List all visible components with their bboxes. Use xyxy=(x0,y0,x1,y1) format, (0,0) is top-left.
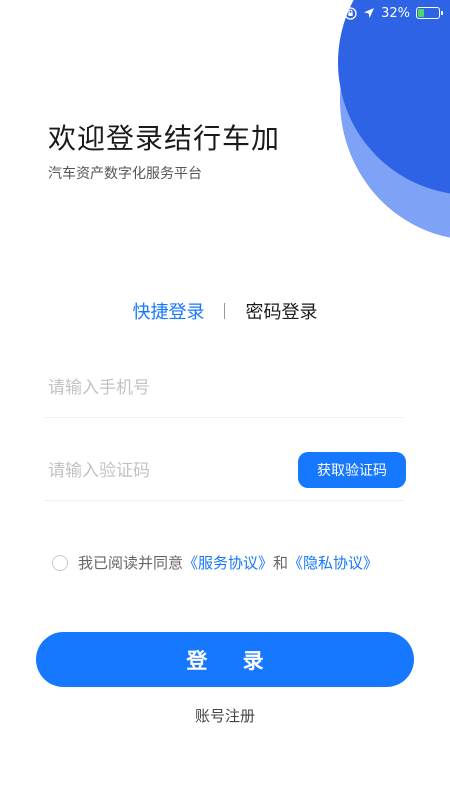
tab-quick-login[interactable]: 快捷登录 xyxy=(133,298,205,324)
tab-divider xyxy=(223,303,225,319)
agreement-row: 我已阅读并同意 《服务协议》 和 《隐私协议》 xyxy=(52,552,378,573)
battery-level-fill xyxy=(418,9,425,17)
decorative-blob-dark xyxy=(338,0,450,195)
battery-charging-icon xyxy=(416,7,443,19)
page-subtitle: 汽车资产数字化服务平台 xyxy=(48,166,202,182)
login-button[interactable]: 登 录 xyxy=(36,632,414,687)
location-arrow-icon xyxy=(363,7,375,19)
get-code-button[interactable]: 获取验证码 xyxy=(298,452,406,488)
phone-field xyxy=(44,358,404,418)
phone-input[interactable] xyxy=(44,377,284,398)
status-bar: 32% xyxy=(344,4,443,22)
privacy-agreement-link[interactable]: 《隐私协议》 xyxy=(288,552,378,573)
agreement-checkbox[interactable] xyxy=(52,554,68,571)
login-mode-tabs: 快捷登录 密码登录 xyxy=(0,298,450,324)
agreement-conjunction: 和 xyxy=(273,554,289,572)
tab-password-login[interactable]: 密码登录 xyxy=(246,298,318,324)
agreement-prefix: 我已阅读并同意 xyxy=(78,554,184,572)
register-link[interactable]: 账号注册 xyxy=(0,705,450,726)
login-screen: 32% 欢迎登录结行车加 汽车资产数字化服务平台 快捷登录 密码登录 获取验证码… xyxy=(0,0,450,800)
orientation-lock-icon xyxy=(344,6,357,20)
service-agreement-link[interactable]: 《服务协议》 xyxy=(183,552,273,573)
code-field: 获取验证码 xyxy=(44,441,406,501)
page-title: 欢迎登录结行车加 xyxy=(48,122,281,155)
verification-code-input[interactable] xyxy=(44,460,284,481)
battery-text: 32% xyxy=(381,5,410,21)
